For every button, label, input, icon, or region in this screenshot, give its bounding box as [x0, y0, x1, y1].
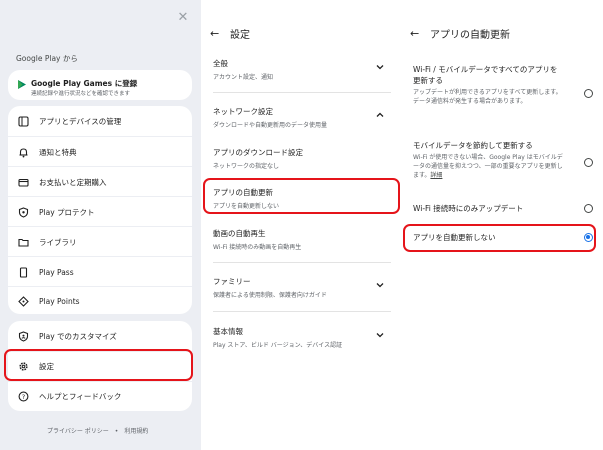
setting-subtitle: ダウンロードや自動更新用のデータ使用量: [213, 122, 328, 129]
play-games-subtitle: 連続記録や進行状況などを確認できます: [31, 91, 131, 97]
folder-icon: [17, 236, 29, 248]
menu-item-play-pass[interactable]: Play Pass: [8, 257, 192, 287]
shield-icon: [17, 206, 29, 218]
setting-video-autoplay[interactable]: 動画の自動再生 Wi-Fi 接続時のみ動画を自動再生: [213, 228, 393, 251]
chevron-down-icon: [376, 333, 384, 338]
menu-item-label: 通知と特典: [39, 147, 77, 157]
chevron-up-icon: [376, 112, 384, 117]
setting-subtitle: Wi-Fi 接続時のみ動画を自動再生: [213, 244, 302, 251]
setting-title: ファミリー: [213, 277, 251, 286]
setting-title: アプリの自動更新: [213, 188, 273, 197]
menu-item-payments[interactable]: お支払いと定期購入: [8, 167, 192, 197]
card-icon: [17, 176, 29, 188]
option-dont-update[interactable]: アプリを自動更新しない: [413, 232, 591, 243]
learn-more-link[interactable]: 詳細: [430, 172, 442, 179]
auto-update-panel: ← アプリの自動更新 Wi-Fi / モバイルデータですべてのアプリを更新する …: [401, 0, 603, 450]
option-title: Wi-Fi / モバイルデータですべてのアプリを更新する: [413, 65, 558, 85]
radio-wifi-only[interactable]: [584, 204, 593, 213]
option-save-data[interactable]: モバイルデータを節約して更新する Wi-Fi が使用できない場合、Google …: [413, 140, 591, 180]
chevron-down-icon: [376, 65, 384, 70]
menu-item-label: ライブラリ: [39, 237, 77, 247]
menu-item-label: Play Points: [39, 296, 80, 306]
menu-item-help[interactable]: ? ヘルプとフィードバック: [8, 381, 192, 411]
menu-item-personalization[interactable]: Play でのカスタマイズ: [8, 321, 192, 351]
setting-subtitle: ネットワークの指定なし: [213, 163, 280, 170]
footer-separator: •: [114, 428, 119, 435]
terms-link[interactable]: 利用規約: [124, 428, 148, 435]
option-update-any-network[interactable]: Wi-Fi / モバイルデータですべてのアプリを更新する アップデートが利用でき…: [413, 64, 591, 106]
radio-update-any-network[interactable]: [584, 89, 593, 98]
diamond-icon: [17, 295, 29, 307]
chevron-down-icon: [376, 283, 384, 288]
setting-title: アプリのダウンロード設定: [213, 148, 303, 157]
settings-panel: ← 設定 全般 アカウント設定、通知 ネットワーク設定 ダウンロードや自動更新用…: [201, 0, 401, 450]
menu-item-label: 設定: [39, 361, 54, 371]
ticket-icon: [17, 266, 29, 278]
divider: [213, 311, 391, 312]
menu-item-label: Play でのカスタマイズ: [39, 331, 117, 341]
divider: [213, 262, 391, 263]
apps-icon: [17, 115, 29, 127]
option-wifi-only[interactable]: Wi-Fi 接続時にのみアップデート: [413, 203, 591, 214]
back-arrow-icon[interactable]: ←: [210, 27, 224, 40]
screen: ✕ Google Play から Google Play Games に登録 連…: [0, 0, 603, 450]
menu-item-play-points[interactable]: Play Points: [8, 286, 192, 316]
setting-auto-update[interactable]: アプリの自動更新 アプリを自動更新しない: [213, 187, 393, 210]
auto-update-header: ← アプリの自動更新: [410, 24, 510, 42]
option-title: モバイルデータを節約して更新する: [413, 141, 533, 150]
setting-title: 全般: [213, 59, 228, 68]
back-arrow-icon[interactable]: ←: [410, 27, 424, 40]
play-games-title: Google Play Games に登録: [31, 79, 138, 88]
radio-dont-update-selected[interactable]: [584, 233, 593, 242]
from-google-play-label: Google Play から: [16, 54, 78, 63]
close-icon[interactable]: ✕: [175, 10, 191, 26]
option-description: Wi-Fi が使用できない場合、Google Play はモバイルデータの通信量…: [413, 153, 563, 180]
setting-title: 動画の自動再生: [213, 229, 266, 238]
menu-item-label: アプリとデバイスの管理: [39, 116, 122, 126]
menu-item-label: お支払いと定期購入: [39, 177, 107, 187]
option-title: アプリを自動更新しない: [413, 233, 496, 242]
page-title: アプリの自動更新: [430, 29, 510, 41]
setting-download-preference[interactable]: アプリのダウンロード設定 ネットワークの指定なし: [213, 147, 393, 170]
settings-header: ← 設定: [210, 24, 250, 42]
bell-icon: [17, 146, 29, 158]
menu-item-library[interactable]: ライブラリ: [8, 227, 192, 257]
play-games-icon: [18, 80, 26, 89]
privacy-policy-link[interactable]: プライバシー ポリシー: [47, 428, 109, 435]
menu-item-play-protect[interactable]: Play プロテクト: [8, 197, 192, 227]
menu-item-label: Play Pass: [39, 267, 74, 277]
menu-item-label: Play プロテクト: [39, 207, 95, 217]
menu-item-apps-devices[interactable]: アプリとデバイスの管理: [8, 106, 192, 136]
setting-about[interactable]: 基本情報 Play ストア、ビルド バージョン、デバイス認証: [213, 326, 393, 349]
setting-subtitle: アカウント設定、通知: [213, 74, 274, 81]
gear-icon: [17, 360, 29, 372]
page-title: 設定: [230, 29, 250, 41]
menu-item-notifications[interactable]: 通知と特典: [8, 137, 192, 167]
shield-person-icon: [17, 330, 29, 342]
setting-subtitle: Play ストア、ビルド バージョン、デバイス認証: [213, 342, 343, 349]
setting-subtitle: アプリを自動更新しない: [213, 203, 280, 210]
footer-links: プライバシー ポリシー • 利用規約: [44, 426, 151, 435]
setting-network[interactable]: ネットワーク設定 ダウンロードや自動更新用のデータ使用量: [213, 106, 393, 129]
setting-title: 基本情報: [213, 327, 243, 336]
setting-title: ネットワーク設定: [213, 107, 273, 116]
divider: [213, 92, 391, 93]
setting-family[interactable]: ファミリー 保護者による使用制限、保護者向けガイド: [213, 276, 393, 299]
setting-general[interactable]: 全般 アカウント設定、通知: [213, 58, 393, 81]
menu-item-label: ヘルプとフィードバック: [39, 391, 122, 401]
account-menu-panel: ✕ Google Play から Google Play Games に登録 連…: [0, 0, 201, 450]
menu-item-settings[interactable]: 設定: [8, 351, 192, 381]
setting-subtitle: 保護者による使用制限、保護者向けガイド: [213, 292, 327, 299]
radio-save-data[interactable]: [584, 158, 593, 167]
option-description: アップデートが利用できるアプリをすべて更新します。データ通信料が発生する場合があ…: [413, 89, 562, 105]
help-icon: ?: [17, 390, 29, 402]
svg-text:?: ?: [21, 392, 24, 400]
option-title: Wi-Fi 接続時にのみアップデート: [413, 204, 524, 213]
